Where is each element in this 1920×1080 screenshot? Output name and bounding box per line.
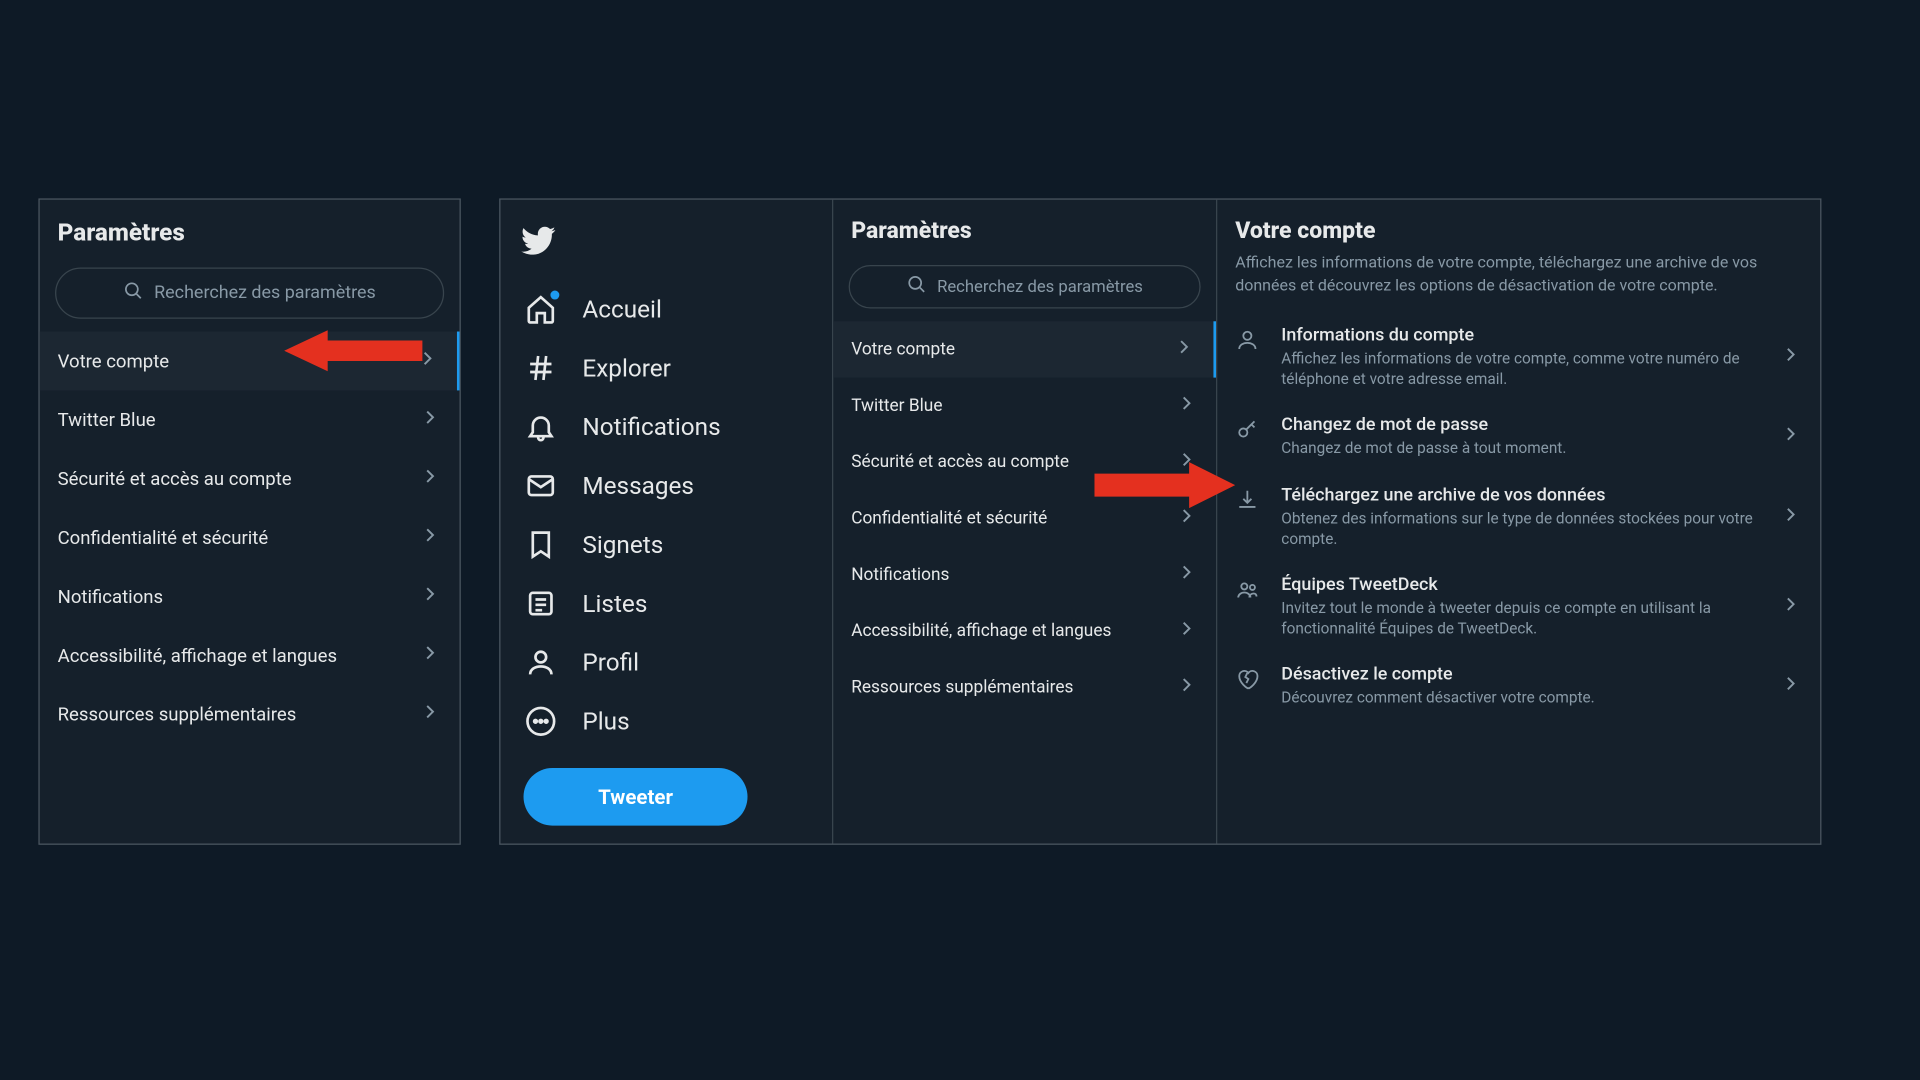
detail-subtitle: Affichez les informations de votre compt… [1217,252,1820,312]
chevron-right-icon [1779,423,1802,451]
bookmark-icon [524,527,557,560]
search-input[interactable]: Recherchez des paramètres [55,268,444,319]
option-download-archive[interactable]: Téléchargez une archive de vos données O… [1217,472,1820,562]
search-input[interactable]: Recherchez des paramètres [849,265,1201,309]
nav-notifications[interactable]: Notifications [500,397,832,456]
chevron-right-icon [1175,673,1198,701]
settings-item-twitter-blue[interactable]: Twitter Blue [40,390,460,449]
chevron-right-icon [1175,392,1198,420]
chevron-right-icon [419,524,442,552]
settings-item-twitter-blue[interactable]: Twitter Blue [833,378,1216,434]
settings-list-column: Paramètres Recherchez des paramètres Vot… [833,200,1217,844]
settings-item-privacy[interactable]: Confidentialité et sécurité [833,490,1216,546]
option-change-password[interactable]: Changez de mot de passe Changez de mot d… [1217,402,1820,471]
nav-lists[interactable]: Listes [500,573,832,632]
settings-title: Paramètres [833,200,1216,258]
chevron-right-icon [1172,335,1195,363]
bell-icon [524,410,557,443]
chevron-right-icon [1779,503,1802,531]
chevron-right-icon [416,347,439,375]
settings-panel-step1: Paramètres Recherchez des paramètres Vot… [38,198,460,844]
settings-item-accessibility[interactable]: Accessibilité, affichage et langues [833,603,1216,659]
settings-item-security-access[interactable]: Sécurité et accès au compte [833,434,1216,490]
settings-item-security-access[interactable]: Sécurité et accès au compte [40,449,460,508]
person-icon [1235,328,1263,357]
tweet-button[interactable]: Tweeter [524,768,748,826]
search-icon [123,280,143,306]
hashtag-icon [524,351,557,384]
settings-item-notifications[interactable]: Notifications [40,567,460,626]
settings-item-accessibility[interactable]: Accessibilité, affichage et langues [40,626,460,685]
account-detail-column: Votre compte Affichez les informations d… [1217,200,1820,844]
twitter-logo-icon[interactable] [500,210,832,279]
list-icon [524,586,557,619]
nav-more[interactable]: Plus [500,691,832,750]
nav-bookmarks[interactable]: Signets [500,515,832,574]
settings-item-your-account[interactable]: Votre compte [833,321,1216,377]
notification-dot [550,291,559,300]
search-icon [906,274,926,300]
more-circle-icon [524,704,557,737]
nav-home[interactable]: Accueil [500,279,832,338]
nav-profile[interactable]: Profil [500,632,832,691]
chevron-right-icon [419,700,442,728]
detail-title: Votre compte [1217,200,1820,252]
option-deactivate[interactable]: Désactivez le compte Découvrez comment d… [1217,652,1820,721]
chevron-right-icon [419,465,442,493]
home-icon [524,292,557,325]
chevron-right-icon [419,582,442,610]
settings-item-your-account[interactable]: Votre compte [40,332,460,391]
settings-item-privacy[interactable]: Confidentialité et sécurité [40,508,460,567]
settings-item-additional-resources[interactable]: Ressources supplémentaires [40,685,460,744]
settings-item-notifications[interactable]: Notifications [833,547,1216,603]
settings-panel-step2: Accueil Explorer Notifications Messages … [499,198,1821,844]
key-icon [1235,418,1263,447]
chevron-right-icon [1779,343,1802,371]
option-tweetdeck-teams[interactable]: Équipes TweetDeck Invitez tout le monde … [1217,562,1820,652]
chevron-right-icon [1175,504,1198,532]
chevron-right-icon [419,641,442,669]
chevron-right-icon [1175,561,1198,589]
person-icon [524,645,557,678]
settings-title: Paramètres [40,200,460,260]
chevron-right-icon [1779,593,1802,621]
search-placeholder: Recherchez des paramètres [154,283,376,303]
primary-nav: Accueil Explorer Notifications Messages … [500,200,833,844]
chevron-right-icon [1175,617,1198,645]
option-account-info[interactable]: Informations du compte Affichez les info… [1217,312,1820,402]
download-icon [1235,487,1263,516]
settings-item-additional-resources[interactable]: Ressources supplémentaires [833,659,1216,715]
heartbreak-icon [1235,667,1263,696]
chevron-right-icon [1175,448,1198,476]
nav-explore[interactable]: Explorer [500,338,832,397]
chevron-right-icon [1779,673,1802,701]
chevron-right-icon [419,406,442,434]
search-placeholder: Recherchez des paramètres [937,277,1143,296]
nav-messages[interactable]: Messages [500,456,832,515]
envelope-icon [524,468,557,501]
people-icon [1235,577,1263,606]
